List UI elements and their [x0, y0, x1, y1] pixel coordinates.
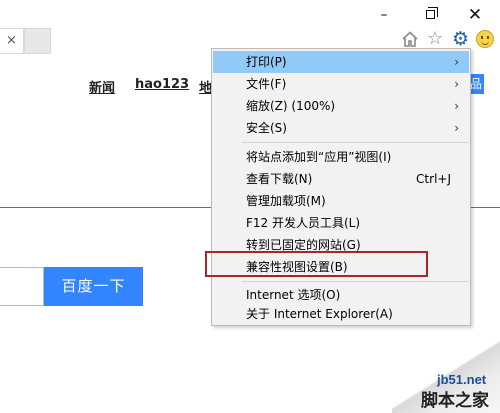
close-window-button[interactable]: ✕ — [464, 6, 486, 24]
menu-item-label: 文件(F) — [246, 77, 287, 91]
menu-separator — [242, 142, 468, 143]
search-input[interactable] — [0, 267, 44, 306]
submenu-arrow-icon: › — [454, 55, 459, 69]
menu-item-safety[interactable]: 安全(S) › — [213, 117, 469, 139]
menu-item-file[interactable]: 文件(F) › — [213, 73, 469, 95]
menu-item-manage-addons[interactable]: 管理加载项(M) — [213, 190, 469, 212]
watermark-name: 脚本之家 — [421, 391, 489, 411]
menu-item-print[interactable]: 打印(P) › — [213, 51, 469, 73]
restore-button[interactable] — [420, 6, 442, 24]
menu-item-add-to-apps[interactable]: 将站点添加到“应用”视图(I) — [213, 146, 469, 168]
menu-item-dev-tools[interactable]: F12 开发人员工具(L) — [213, 212, 469, 234]
submenu-arrow-icon: › — [454, 99, 459, 113]
menu-item-about-ie[interactable]: 关于 Internet Explorer(A) — [213, 303, 469, 325]
annotation-highlight-box — [205, 251, 428, 277]
submenu-arrow-icon: › — [454, 121, 459, 135]
menu-item-view-downloads[interactable]: 查看下载(N) Ctrl+J — [213, 168, 469, 190]
feedback-smiley-icon[interactable] — [476, 30, 494, 48]
submenu-arrow-icon: › — [454, 77, 459, 91]
watermark-site: jb51.net — [437, 372, 487, 387]
nav-link-news[interactable]: 新闻 — [89, 77, 115, 96]
tab-close-button[interactable]: × — [0, 28, 24, 54]
menu-item-label: 打印(P) — [246, 55, 287, 69]
menu-item-label: 转到已固定的网站(G) — [246, 238, 361, 252]
minimize-button[interactable]: – — [373, 6, 395, 24]
menu-item-label: 管理加载项(M) — [246, 194, 326, 208]
tools-menu: 打印(P) › 文件(F) › 缩放(Z) (100%) › 安全(S) › 将… — [211, 48, 471, 326]
menu-item-label: Internet 选项(O) — [246, 288, 341, 302]
search-button[interactable]: 百度一下 — [44, 267, 143, 306]
menu-separator — [242, 281, 468, 282]
menu-item-label: 关于 Internet Explorer(A) — [246, 307, 393, 321]
home-icon[interactable] — [401, 30, 419, 48]
nav-link-hao123[interactable]: hao123 — [135, 77, 189, 92]
new-tab-button[interactable] — [24, 28, 51, 54]
menu-item-label: 缩放(Z) (100%) — [246, 99, 336, 113]
menu-item-label: F12 开发人员工具(L) — [246, 216, 361, 230]
menu-item-label: 安全(S) — [246, 121, 287, 135]
restore-icon — [426, 7, 438, 19]
favorites-star-icon[interactable]: ☆ — [427, 30, 445, 48]
menu-item-label: 查看下载(N) — [246, 172, 313, 186]
home-icon-graphic — [402, 31, 418, 47]
menu-item-shortcut: Ctrl+J — [416, 172, 451, 186]
menu-item-label: 将站点添加到“应用”视图(I) — [246, 150, 392, 164]
tools-gear-icon[interactable]: ⚙ — [452, 30, 470, 49]
menu-item-zoom[interactable]: 缩放(Z) (100%) › — [213, 95, 469, 117]
